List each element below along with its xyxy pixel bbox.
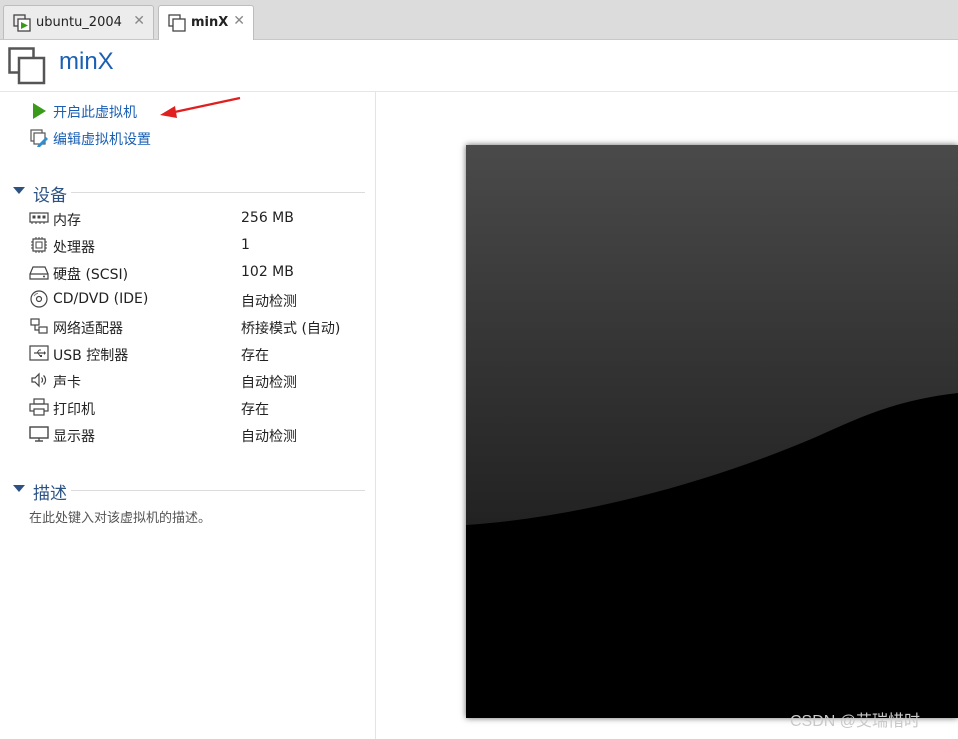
description-section-header[interactable]: 描述 [13,479,365,504]
vm-icon [8,47,46,89]
device-name: 网络适配器 [53,321,123,337]
devices-section-label: 设备 [33,186,67,206]
edit-settings-label: 编辑虚拟机设置 [53,132,151,148]
device-name: 内存 [53,213,81,229]
device-value: 存在 [241,348,269,364]
vm-icon [168,14,186,36]
device-value: 存在 [241,402,269,418]
tab-minx[interactable]: minX ✕ [158,5,254,40]
device-row-sound[interactable]: 声卡 自动检测 [29,370,369,392]
device-value: 自动检测 [241,429,297,445]
device-name: 处理器 [53,240,95,256]
devices-section-header[interactable]: 设备 [13,181,365,206]
device-row-monitor[interactable]: 显示器 自动检测 [29,424,369,446]
device-value: 256 MB [241,210,294,226]
annotation-arrow [160,96,241,118]
vm-running-icon [13,14,31,36]
cd-dvd-icon [29,290,49,312]
device-value: 桥接模式 (自动) [241,321,341,337]
play-icon [30,102,48,124]
divider [71,490,365,491]
edit-settings-icon [30,129,48,151]
sound-icon [29,371,49,393]
vm-screen-image [466,145,958,718]
device-name: 硬盘 (SCSI) [53,267,129,283]
vm-screen-thumbnail[interactable] [466,145,958,718]
monitor-icon [29,425,49,447]
tab-label: ubuntu_2004 [36,15,122,30]
tab-label: minX [191,15,229,30]
device-name: 显示器 [53,429,95,445]
collapse-triangle-icon[interactable] [13,485,25,492]
device-value: 自动检测 [241,375,297,391]
tab-ubuntu-2004[interactable]: ubuntu_2004 ✕ [3,5,154,39]
page-title: minX [59,48,114,75]
device-value: 102 MB [241,264,294,280]
printer-icon [29,398,49,420]
close-icon[interactable]: ✕ [233,13,245,29]
usb-icon [29,344,49,366]
device-name: 打印机 [53,402,95,418]
hard-disk-icon [29,263,49,285]
device-name: CD/DVD (IDE) [53,291,149,307]
tab-bar: ubuntu_2004 ✕ minX ✕ [0,0,958,40]
device-value: 1 [241,237,250,253]
cpu-icon [29,236,49,258]
device-row-cd-dvd[interactable]: CD/DVD (IDE) 自动检测 [29,289,369,311]
watermark: CSDN @艾瑞惜时 [790,713,921,730]
device-value: 自动检测 [241,294,297,310]
divider [71,192,365,193]
device-name: USB 控制器 [53,348,129,364]
memory-icon [29,209,49,231]
close-icon[interactable]: ✕ [133,13,145,29]
description-field[interactable]: 在此处键入对该虚拟机的描述。 [29,507,211,526]
device-row-hard-disk[interactable]: 硬盘 (SCSI) 102 MB [29,262,369,284]
device-row-network[interactable]: 网络适配器 桥接模式 (自动) [29,316,369,338]
network-icon [29,317,49,339]
device-row-printer[interactable]: 打印机 存在 [29,397,369,419]
device-row-processor[interactable]: 处理器 1 [29,235,369,257]
device-name: 声卡 [53,375,81,391]
device-row-usb[interactable]: USB 控制器 存在 [29,343,369,365]
collapse-triangle-icon[interactable] [13,187,25,194]
power-on-label: 开启此虚拟机 [53,105,137,121]
description-section-label: 描述 [33,484,67,504]
device-row-memory[interactable]: 内存 256 MB [29,208,369,230]
vm-header: minX [0,40,958,92]
